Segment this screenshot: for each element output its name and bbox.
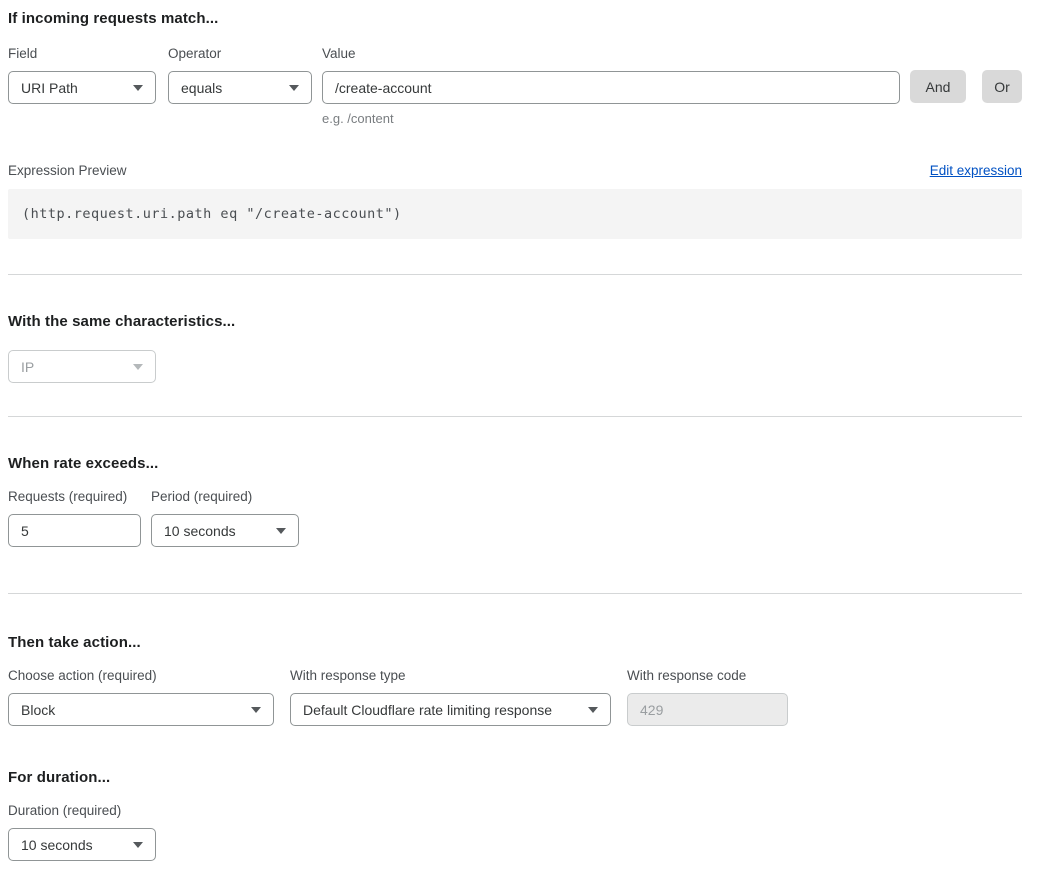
rate-controls-row: Requests (required) Period (required) 10… <box>8 489 1022 547</box>
chevron-down-icon <box>276 528 286 534</box>
requests-group: Requests (required) <box>8 489 141 547</box>
section-heading-rate: When rate exceeds... <box>8 455 1022 472</box>
duration-label: Duration (required) <box>8 803 156 818</box>
field-select[interactable]: URI Path <box>8 71 156 104</box>
chevron-down-icon <box>251 707 261 713</box>
rate-limiting-rule-form: If incoming requests match... Field URI … <box>0 0 1040 869</box>
edit-expression-link[interactable]: Edit expression <box>930 163 1022 178</box>
requests-input[interactable] <box>8 514 141 547</box>
response-type-group: With response type Default Cloudflare ra… <box>290 668 611 726</box>
or-button[interactable]: Or <box>982 70 1022 103</box>
operator-group: Operator equals <box>168 46 312 104</box>
section-take-action: Then take action... Choose action (requi… <box>8 634 1022 726</box>
section-for-duration: For duration... Duration (required) 10 s… <box>8 769 1022 861</box>
expression-preview-header: Expression Preview Edit expression <box>8 163 1022 178</box>
response-code-label: With response code <box>627 668 788 683</box>
period-group: Period (required) 10 seconds <box>151 489 299 547</box>
section-heading-incoming-requests: If incoming requests match... <box>8 8 1022 27</box>
section-rate-exceeds: When rate exceeds... Requests (required)… <box>8 455 1022 547</box>
response-type-label: With response type <box>290 668 611 683</box>
response-type-select[interactable]: Default Cloudflare rate limiting respons… <box>290 693 611 726</box>
period-select[interactable]: 10 seconds <box>151 514 299 547</box>
period-label: Period (required) <box>151 489 299 504</box>
chevron-down-icon <box>133 842 143 848</box>
operator-select-value: equals <box>181 80 222 96</box>
section-divider <box>8 274 1022 275</box>
field-label: Field <box>8 46 156 61</box>
chevron-down-icon <box>588 707 598 713</box>
operator-select[interactable]: equals <box>168 71 312 104</box>
choose-action-label: Choose action (required) <box>8 668 274 683</box>
chevron-down-icon <box>289 85 299 91</box>
expression-connector-buttons: And Or <box>910 70 1022 103</box>
duration-select-value: 10 seconds <box>21 837 93 853</box>
match-expression-row: Field URI Path Operator equals Value e.g… <box>8 46 1022 126</box>
operator-label: Operator <box>168 46 312 61</box>
section-heading-action: Then take action... <box>8 634 1022 651</box>
expression-text: (http.request.uri.path eq "/create-accou… <box>22 206 402 222</box>
value-group: Value e.g. /content <box>322 46 900 126</box>
section-heading-duration: For duration... <box>8 769 1022 786</box>
duration-select[interactable]: 10 seconds <box>8 828 156 861</box>
value-helper-text: e.g. /content <box>322 111 900 126</box>
chevron-down-icon <box>133 85 143 91</box>
period-select-value: 10 seconds <box>164 523 236 539</box>
action-controls-row: Choose action (required) Block With resp… <box>8 668 1022 726</box>
response-code-input <box>627 693 788 726</box>
characteristic-select[interactable]: IP <box>8 350 156 383</box>
chevron-down-icon <box>133 364 143 370</box>
field-group: Field URI Path <box>8 46 156 104</box>
section-same-characteristics: With the same characteristics... IP <box>8 313 1022 383</box>
section-heading-characteristics: With the same characteristics... <box>8 313 1022 330</box>
choose-action-select-value: Block <box>21 702 55 718</box>
section-divider <box>8 593 1022 594</box>
and-button[interactable]: And <box>910 70 966 103</box>
duration-group: Duration (required) 10 seconds <box>8 803 156 861</box>
field-select-value: URI Path <box>21 80 78 96</box>
expression-preview-code: (http.request.uri.path eq "/create-accou… <box>8 189 1022 239</box>
choose-action-select[interactable]: Block <box>8 693 274 726</box>
response-code-group: With response code <box>627 668 788 726</box>
response-type-select-value: Default Cloudflare rate limiting respons… <box>303 702 552 718</box>
section-divider <box>8 416 1022 417</box>
value-input[interactable] <box>322 71 900 104</box>
characteristic-select-value: IP <box>21 359 34 375</box>
value-label: Value <box>322 46 900 61</box>
choose-action-group: Choose action (required) Block <box>8 668 274 726</box>
expression-preview-label: Expression Preview <box>8 163 127 178</box>
section-incoming-requests-match: If incoming requests match... Field URI … <box>8 8 1022 239</box>
requests-label: Requests (required) <box>8 489 141 504</box>
